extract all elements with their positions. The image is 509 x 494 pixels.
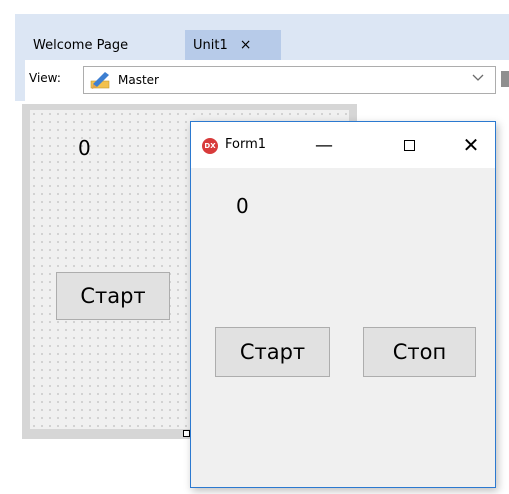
design-label[interactable]: 0 (78, 136, 91, 160)
top-band (0, 0, 509, 14)
counter-label: 0 (236, 194, 249, 218)
design-start-button[interactable]: Старт (56, 272, 170, 320)
start-button[interactable]: Старт (215, 327, 330, 377)
maximize-button[interactable] (389, 130, 429, 160)
tab-unit1[interactable]: Unit1 × (185, 30, 281, 60)
master-view-icon (90, 72, 110, 89)
left-strip (0, 14, 15, 494)
view-label: View: (29, 71, 61, 85)
selection-handle[interactable] (183, 430, 190, 437)
chevron-down-icon (472, 74, 484, 81)
form1-titlebar[interactable]: DX Form1 — ✕ (191, 122, 495, 168)
editor-tab-bar: Welcome Page Unit1 × (25, 30, 509, 60)
minimize-button[interactable]: — (304, 130, 344, 160)
tab-unit1-label: Unit1 (193, 37, 228, 53)
maximize-icon (403, 139, 415, 151)
toolbar-overflow-control[interactable] (501, 71, 509, 87)
ide-window: Welcome Page Unit1 × View: Master 0 Стар… (0, 0, 509, 494)
stop-button[interactable]: Стоп (363, 327, 476, 377)
close-tab-icon[interactable]: × (240, 37, 252, 53)
tab-welcome-label: Welcome Page (33, 37, 129, 53)
form1-title: Form1 (225, 137, 267, 152)
tab-welcome-page[interactable]: Welcome Page (25, 30, 179, 60)
app-icon: DX (202, 138, 218, 154)
close-icon: ✕ (462, 133, 480, 157)
view-select[interactable]: Master (83, 66, 496, 94)
form1-window: DX Form1 — ✕ 0 Старт Стоп (190, 121, 496, 488)
close-button[interactable]: ✕ (451, 130, 491, 160)
view-select-value: Master (118, 73, 159, 87)
minimize-icon: — (315, 134, 333, 156)
